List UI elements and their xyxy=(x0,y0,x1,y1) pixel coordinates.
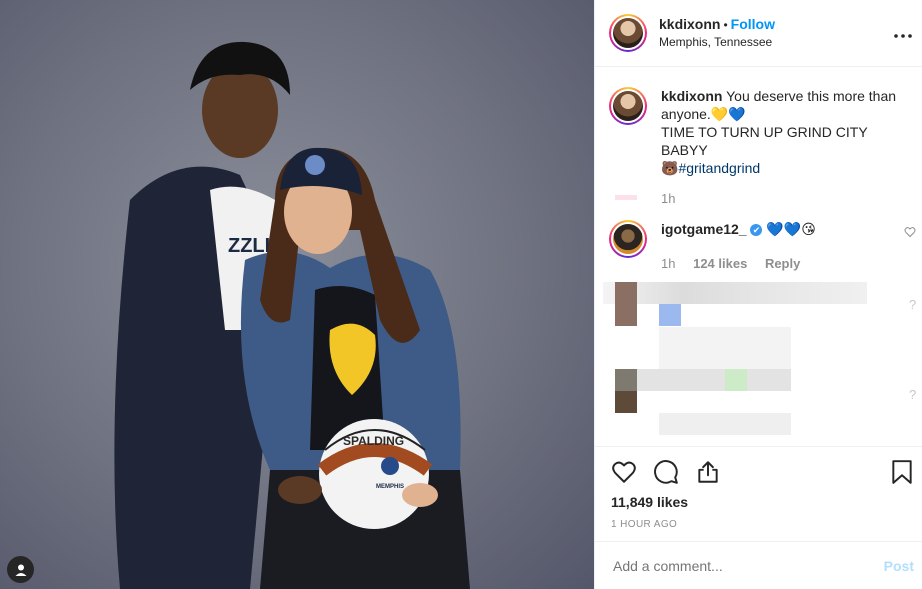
basketball-team: MEMPHIS xyxy=(376,484,404,490)
add-comment-bar: Post xyxy=(595,541,922,589)
post-sidebar: kkdixonn • Follow Memphis, Tennessee kkdix… xyxy=(594,0,922,589)
post-header: kkdixonn • Follow Memphis, Tennessee xyxy=(595,0,922,67)
user-icon xyxy=(15,564,26,576)
more-options-button[interactable] xyxy=(894,22,912,43)
comment-username[interactable]: igotgame12_ xyxy=(661,221,747,237)
comments-list[interactable]: kkdixonn You deserve this more than anyo… xyxy=(595,67,922,446)
hashtag-link[interactable]: #gritandgrind xyxy=(678,160,760,176)
caption-time[interactable]: 1h xyxy=(661,191,675,206)
user-tag-button[interactable] xyxy=(7,556,34,583)
separator-dot: • xyxy=(723,17,728,32)
comment-text: 💙💙😘 xyxy=(766,221,816,237)
basketball-brand: SPALDING xyxy=(343,434,404,448)
post-comment-button[interactable]: Post xyxy=(884,558,914,574)
author-avatar[interactable] xyxy=(609,14,647,52)
post-photo[interactable]: ZZLI SPALDING MEMPHIS xyxy=(0,0,594,589)
share-icon[interactable] xyxy=(695,459,721,485)
instagram-post: ZZLI SPALDING MEMPHIS kkdixonn • Follow … xyxy=(0,0,922,589)
caption-line2: TIME TO TURN UP GRIND CITY BABYY xyxy=(661,124,868,158)
blurred-comments: ? ? xyxy=(595,277,922,445)
follow-button[interactable]: Follow xyxy=(731,16,775,32)
comment-like-heart-icon[interactable] xyxy=(904,226,916,238)
like-heart-icon[interactable] xyxy=(611,459,637,485)
caption-username[interactable]: kkdixonn xyxy=(661,88,722,104)
bear-emoji: 🐻 xyxy=(661,160,679,176)
comment-item: igotgame12_ ✔ 💙💙😘 1h 124 likes Reply xyxy=(595,220,922,271)
ellipsis-icon xyxy=(894,34,912,38)
post-timestamp[interactable]: 1 HOUR AGO xyxy=(611,519,906,530)
comment-likes[interactable]: 124 likes xyxy=(693,256,747,271)
author-username[interactable]: kkdixonn xyxy=(659,16,720,32)
post-location[interactable]: Memphis, Tennessee xyxy=(659,34,775,51)
pixelated-fragment xyxy=(615,195,637,200)
caption-avatar[interactable] xyxy=(609,87,647,125)
verified-badge-icon: ✔ xyxy=(750,224,763,237)
caption: kkdixonn You deserve this more than anyo… xyxy=(595,87,922,206)
comment-avatar[interactable] xyxy=(609,220,647,258)
like-count[interactable]: 11,849 likes xyxy=(611,494,906,510)
bookmark-icon[interactable] xyxy=(890,459,914,485)
photo-illustration: ZZLI SPALDING MEMPHIS xyxy=(114,41,470,589)
post-actions: 11,849 likes 1 HOUR AGO xyxy=(595,446,922,541)
comment-input[interactable] xyxy=(611,556,884,575)
comment-time[interactable]: 1h xyxy=(661,256,675,271)
reply-button[interactable]: Reply xyxy=(765,256,800,271)
comment-bubble-icon[interactable] xyxy=(653,459,679,485)
